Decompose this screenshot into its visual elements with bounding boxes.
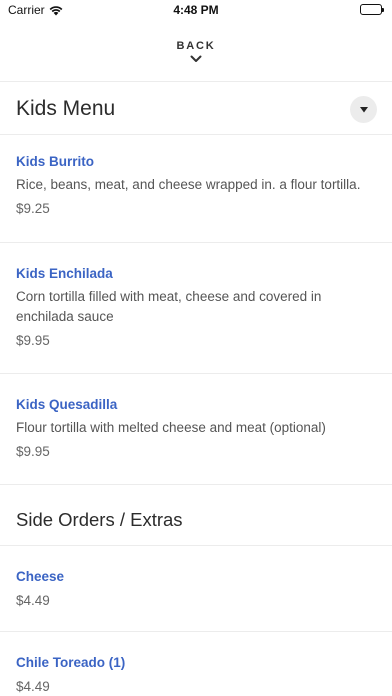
divider bbox=[0, 134, 392, 135]
back-label: BACK bbox=[176, 40, 216, 52]
item-description: Rice, beans, meat, and cheese wrapped in… bbox=[16, 177, 361, 192]
menu-item-kids-enchilada[interactable]: Kids Enchilada Corn tortilla filled with… bbox=[16, 266, 376, 348]
divider bbox=[0, 545, 392, 546]
divider bbox=[0, 484, 392, 485]
item-name: Kids Enchilada bbox=[16, 266, 113, 281]
battery-icon bbox=[360, 4, 384, 15]
item-description: Flour tortilla with melted cheese and me… bbox=[16, 420, 326, 435]
item-name: Kids Burrito bbox=[16, 154, 95, 169]
caret-down-icon bbox=[359, 106, 368, 112]
item-name: Cheese bbox=[16, 569, 65, 584]
status-bar: Carrier 4:48 PM bbox=[0, 0, 392, 22]
section-title-side-orders: Side Orders / Extras bbox=[16, 509, 183, 530]
section-dropdown-button[interactable] bbox=[350, 96, 377, 123]
menu-item-kids-burrito[interactable]: Kids Burrito Rice, beans, meat, and chee… bbox=[16, 154, 376, 216]
item-name: Kids Quesadilla bbox=[16, 397, 118, 412]
section-title-kids-menu: Kids Menu bbox=[16, 97, 116, 120]
item-price: $4.49 bbox=[16, 593, 50, 608]
back-button[interactable]: BACK bbox=[0, 40, 392, 70]
menu-item-kids-quesadilla[interactable]: Kids Quesadilla Flour tortilla with melt… bbox=[16, 397, 376, 459]
chevron-down-icon bbox=[190, 55, 202, 62]
divider bbox=[0, 631, 392, 632]
divider bbox=[0, 81, 392, 82]
divider bbox=[0, 242, 392, 243]
item-price: $9.25 bbox=[16, 201, 50, 216]
menu-item-cheese[interactable]: Cheese $4.49 bbox=[16, 569, 376, 608]
item-name: Chile Toreado (1) bbox=[16, 655, 126, 670]
item-description: Corn tortilla filled with meat, cheese a… bbox=[16, 289, 322, 324]
status-time: 4:48 PM bbox=[173, 3, 219, 17]
item-price: $9.95 bbox=[16, 333, 50, 348]
menu-item-chile-toreado[interactable]: Chile Toreado (1) $4.49 bbox=[16, 655, 376, 694]
divider bbox=[0, 373, 392, 374]
item-price: $9.95 bbox=[16, 444, 50, 459]
item-price: $4.49 bbox=[16, 679, 50, 694]
